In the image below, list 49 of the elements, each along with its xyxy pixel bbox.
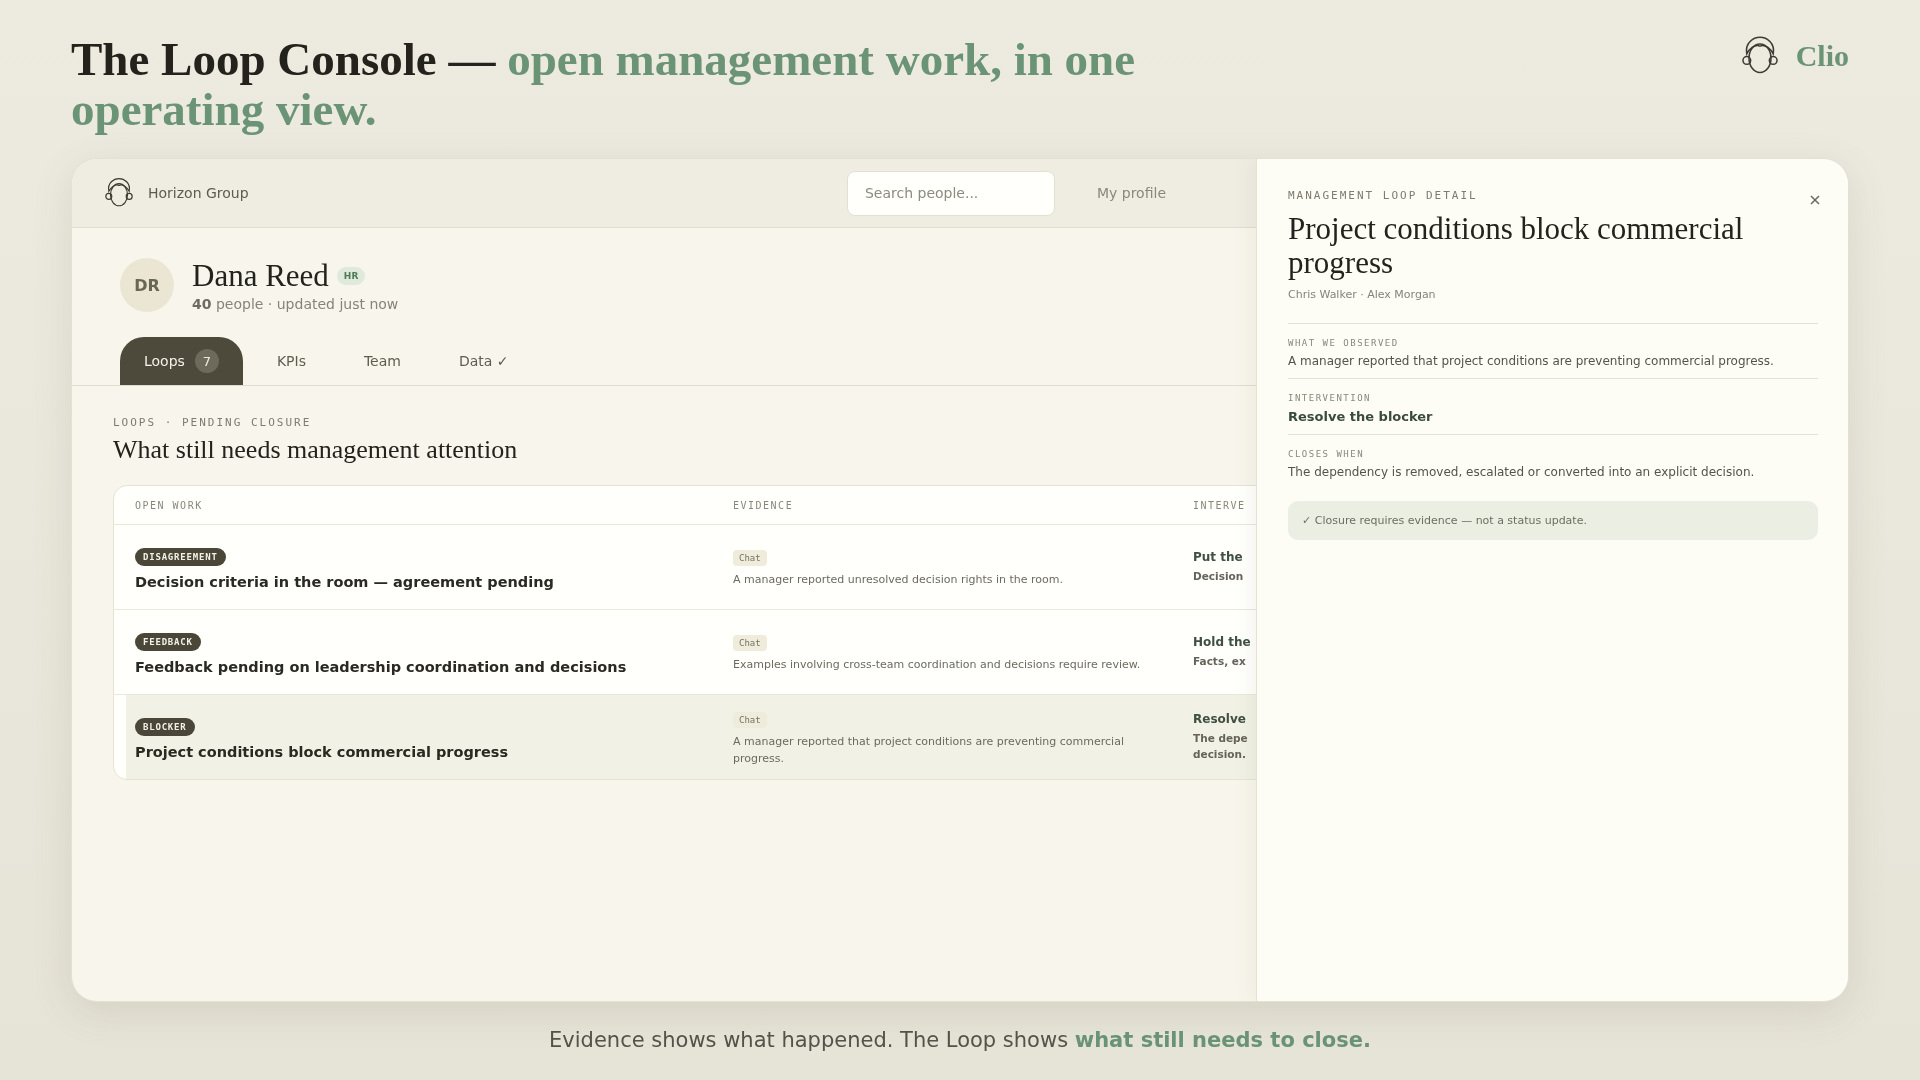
field-label: WHAT WE OBSERVED (1288, 338, 1400, 348)
closure-note: ✓ Closure requires evidence — not a status update. (1288, 501, 1818, 540)
category-tag: FEEDBACK (135, 632, 201, 651)
tab[interactable]: Data ✓ (434, 337, 533, 385)
org-name: Horizon Group (148, 185, 249, 201)
field-value: The dependency is removed, escalated or converted into an explicit decision. (1288, 465, 1756, 479)
intervention-column-header: INTERVE (1193, 499, 1247, 511)
intervention-note: Decision (1193, 569, 1245, 584)
field-label: INTERVENTION (1288, 393, 1373, 403)
footer-tagline: Evidence shows what happened. The Loop shows what still needs to close. (549, 1028, 1371, 1052)
panel-people: Chris Walker · Alex Morgan (1288, 288, 1437, 301)
source-tag: Chat (733, 711, 767, 728)
loop-title: Feedback pending on leadership coordination and decisions (135, 658, 628, 675)
page-headline: The Loop Console — open management work, in one operating view. (71, 34, 1137, 134)
intervention-text: Put the (1193, 550, 1244, 564)
category-tag: BLOCKER (135, 717, 195, 736)
table-row[interactable]: BLOCKER Project conditions block commercial progress Chat A manager reported that project conditions are preventing commercial progress. Resolve The depe decision. (126, 695, 1256, 779)
tab[interactable]: KPIs (252, 337, 330, 385)
person-name: Dana Reed (192, 258, 329, 294)
brand-name: Clio (1795, 39, 1849, 73)
source-tag: Chat (733, 550, 767, 566)
field-value: Resolve the blocker (1288, 409, 1434, 424)
evidence-text: A manager reported unresolved decision rights in the room. (733, 572, 1064, 588)
close-icon[interactable] (1810, 195, 1820, 205)
field-label: CLOSES WHEN (1288, 449, 1366, 459)
evidence-text: A manager reported that project conditions are preventing commercial progress. (733, 733, 1125, 767)
evidence-text: Examples involving cross-team coordination and decisions require review. (733, 657, 1142, 673)
person-meta: 40 people · updated just now (192, 296, 399, 312)
panel-eyebrow: MANAGEMENT LOOP DETAIL (1288, 189, 1478, 202)
evidence-column-header: EVIDENCE (733, 499, 795, 511)
section-title: What still needs management attention (113, 435, 519, 465)
tab[interactable]: Team (339, 337, 425, 385)
category-tag: DISAGREEMENT (135, 547, 226, 566)
intervention-note: Facts, ex (1193, 654, 1247, 669)
tab[interactable]: Loops 7 (120, 337, 243, 385)
field-value: A manager reported that project conditions are preventing commercial progress. (1288, 354, 1775, 368)
avatar: DR (120, 258, 174, 312)
role-badge: HR (336, 267, 366, 285)
loop-title: Decision criteria in the room — agreement pending (135, 573, 555, 590)
intervention-text: Resolve (1193, 712, 1247, 726)
count-badge: 7 (194, 349, 219, 373)
source-tag: Chat (733, 635, 767, 651)
loop-title: Project conditions block commercial progress (135, 743, 510, 760)
search-field[interactable]: Search people... (846, 170, 1055, 216)
work-column-header: OPEN WORK (135, 499, 204, 511)
section-eyebrow: LOOPS · PENDING CLOSURE (113, 416, 313, 429)
intervention-note: The depe decision. (1193, 731, 1249, 762)
panel-title: Project conditions block commercial progress (1288, 212, 1745, 280)
intervention-text: Hold the (1193, 635, 1252, 649)
